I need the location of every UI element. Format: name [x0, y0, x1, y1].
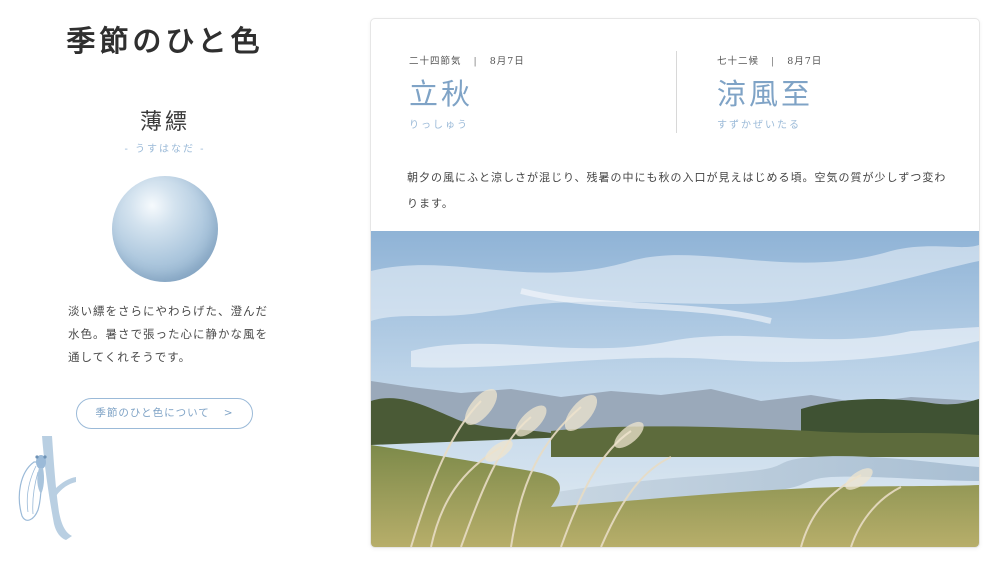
kou-reading: すずかぜいたる: [717, 120, 801, 131]
about-button-label: 季節のひと色について: [95, 407, 210, 419]
cicada-icon: [18, 436, 76, 540]
color-name: 薄縹: [139, 110, 190, 135]
sekki-reading: りっしゅう: [409, 120, 469, 131]
meta-separator: |: [473, 56, 478, 67]
sekki-date: 8月7日: [489, 56, 525, 67]
page: 季節のひと色 薄縹 - うすはなだ - 淡い縹をさらにやわらげた、澄んだ水色。暑…: [0, 0, 1000, 568]
kou-block: 七十二候 | 8月7日 涼風至 すずかぜいたる: [717, 53, 822, 131]
landscape-photo: [371, 231, 979, 547]
divider: [676, 51, 677, 133]
kou-date: 8月7日: [787, 56, 823, 67]
chevron-right-icon: >: [223, 407, 234, 419]
kou-name: 涼風至: [717, 77, 814, 111]
color-panel: 季節のひと色 薄縹 - うすはなだ - 淡い縹をさらにやわらげた、澄んだ水色。暑…: [0, 0, 330, 568]
meta-separator: |: [771, 56, 776, 67]
color-reading: - うすはなだ -: [124, 144, 206, 155]
sekki-category: 二十四節気: [409, 56, 462, 67]
sekki-name: 立秋: [409, 77, 474, 111]
about-button[interactable]: 季節のひと色について >: [76, 398, 253, 429]
site-title[interactable]: 季節のひと色: [0, 18, 330, 60]
kou-meta: 七十二候 | 8月7日: [717, 53, 822, 67]
color-description: 淡い縹をさらにやわらげた、澄んだ水色。暑さで張った心に静かな風を通してくれそうで…: [68, 304, 268, 364]
color-swatch: [112, 176, 218, 282]
season-description: 朝夕の風にふと涼しさが混じり、残暑の中にも秋の入口が見えはじめる頃。空気の質が少…: [407, 171, 947, 210]
sekki-block: 二十四節気 | 8月7日 立秋 りっしゅう: [409, 53, 525, 131]
sekki-meta: 二十四節気 | 8月7日: [409, 53, 525, 67]
season-card: 二十四節気 | 8月7日 立秋 りっしゅう 七十二候 | 8月7日 涼風至 すずかぜいた…: [370, 18, 980, 548]
kou-category: 七十二候: [717, 56, 760, 67]
